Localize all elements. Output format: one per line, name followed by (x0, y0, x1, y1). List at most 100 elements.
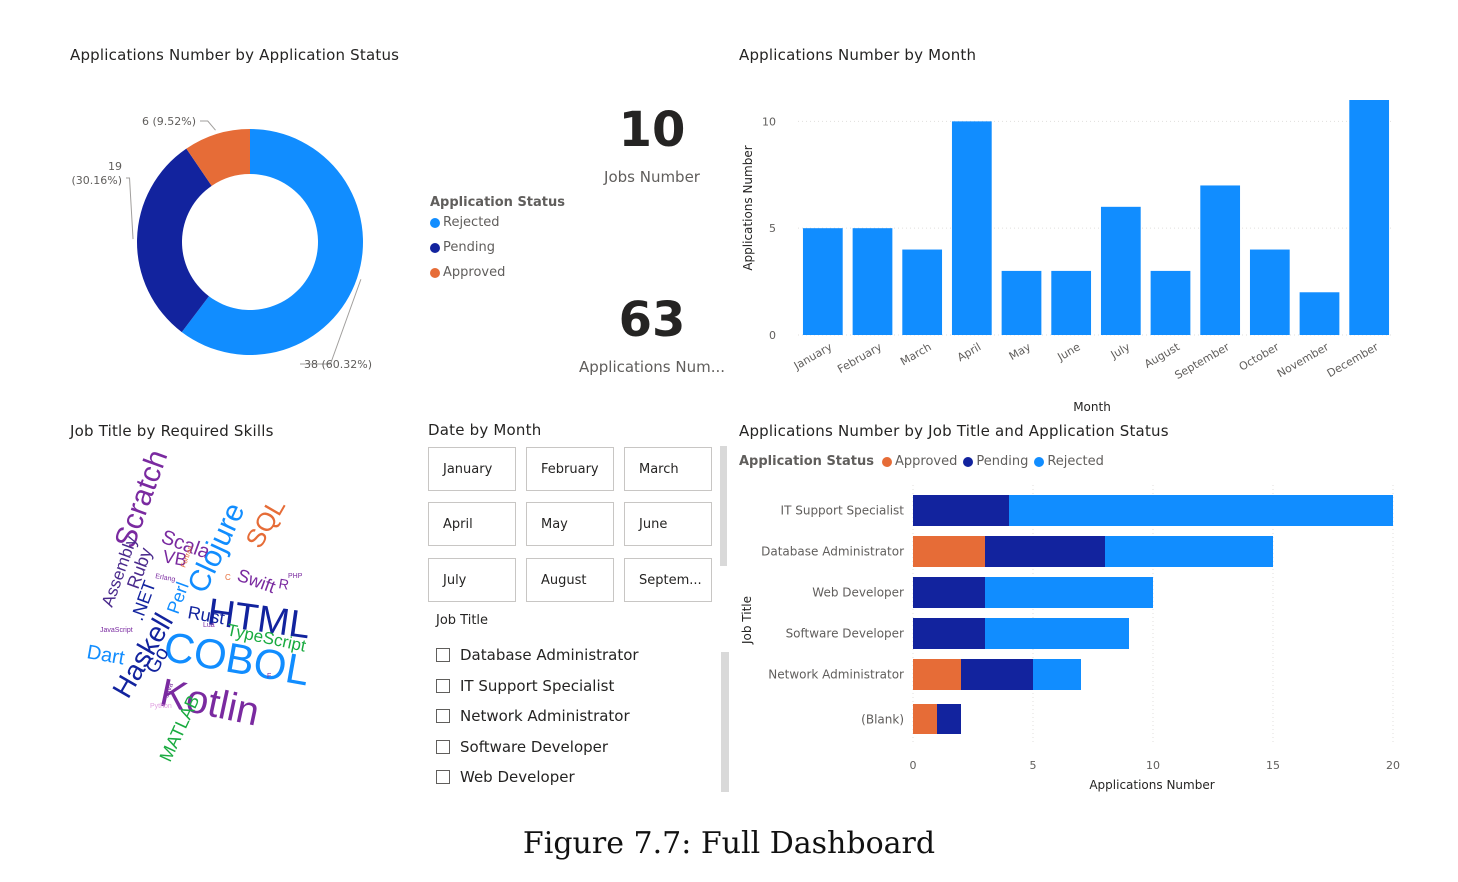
date-slicer-button[interactable]: June (624, 502, 712, 546)
jobs-number-value: 10 (618, 102, 686, 158)
date-slicer-button[interactable]: Septem... (624, 558, 712, 602)
job-slicer-item[interactable]: Web Developer (436, 768, 575, 786)
donut-data-label: 38 (60.32%) (304, 358, 372, 371)
legend-label: Pending (443, 240, 495, 255)
month-x-tick: February (835, 340, 884, 376)
job-bar-segment-rejected[interactable] (1033, 659, 1081, 690)
month-y-tick: 5 (769, 222, 776, 235)
donut-legend-pending[interactable]: Pending (430, 240, 565, 255)
month-bar-november[interactable] (1299, 292, 1340, 335)
checkbox-icon[interactable] (436, 770, 450, 784)
job-legend-rejected[interactable]: Rejected (1034, 454, 1104, 469)
job-bar-segment-pending[interactable] (937, 704, 961, 734)
month-bar-march[interactable] (902, 249, 943, 335)
wordcloud-word[interactable]: Python (150, 703, 172, 710)
month-x-tick: November (1275, 340, 1331, 380)
job-x-tick: 0 (910, 759, 917, 772)
job-bar-segment-approved[interactable] (913, 704, 937, 734)
month-bar-december[interactable] (1349, 100, 1390, 335)
donut-legend-approved[interactable]: Approved (430, 265, 565, 280)
rejected-dot-icon (430, 217, 440, 228)
month-y-tick: 0 (769, 329, 776, 342)
job-y-tick: IT Support Specialist (781, 504, 905, 518)
wordcloud-word[interactable]: C (225, 573, 231, 582)
job-slicer-label: Network Administrator (460, 707, 630, 725)
checkbox-icon[interactable] (436, 678, 450, 693)
job-bar-segment-pending[interactable] (913, 618, 985, 649)
job-x-axis-label: Applications Number (1089, 778, 1214, 792)
month-bar-february[interactable] (852, 228, 893, 335)
jobs-number-label: Jobs Number (604, 168, 700, 186)
month-x-axis-label: Month (1073, 400, 1111, 414)
job-y-tick: (Blank) (861, 713, 904, 727)
wordcloud-word[interactable]: F (267, 673, 271, 680)
donut-chart-title: Applications Number by Application Statu… (70, 46, 400, 64)
job-bar-segment-pending[interactable] (913, 577, 985, 608)
job-bar-segment-rejected[interactable] (985, 618, 1129, 649)
job-slicer-scrollbar[interactable] (721, 652, 729, 792)
rejected-dot-icon (1034, 456, 1045, 467)
legend-label: Rejected (443, 215, 500, 230)
month-bar-january[interactable] (802, 228, 843, 335)
date-slicer-button[interactable]: January (428, 447, 516, 491)
job-bar-segment-approved[interactable] (913, 659, 961, 690)
date-slicer-button[interactable]: April (428, 502, 516, 546)
date-slicer-button[interactable]: May (526, 502, 614, 546)
month-bar-august[interactable] (1150, 270, 1191, 335)
month-bar-june[interactable] (1051, 270, 1092, 335)
date-slicer-button[interactable]: February (526, 447, 614, 491)
checkbox-icon[interactable] (436, 648, 450, 662)
job-chart-title: Applications Number by Job Title and App… (739, 422, 1169, 440)
wordcloud-word[interactable]: JavaScript (100, 627, 133, 634)
job-legend-pending[interactable]: Pending (963, 454, 1028, 469)
wordcloud-word[interactable]: SQL (239, 493, 291, 553)
job-legend-title: Application Status (739, 454, 875, 469)
figure-caption: Figure 7.7: Full Dashboard (522, 826, 936, 861)
wordcloud-word[interactable]: Swift (235, 565, 279, 597)
date-slicer-button[interactable]: July (428, 558, 516, 602)
month-bar-september[interactable] (1200, 185, 1241, 335)
job-slicer-label: Web Developer (460, 768, 575, 786)
job-slicer-item[interactable]: Network Administrator (436, 707, 630, 725)
job-bar-segment-pending[interactable] (961, 659, 1033, 690)
wordcloud-word[interactable]: Dart (85, 641, 126, 669)
wordcloud-word[interactable]: PHP (288, 573, 303, 580)
job-slicer-item[interactable]: Software Developer (436, 738, 608, 756)
checkbox-icon[interactable] (436, 739, 450, 754)
date-slicer-scrollbar[interactable] (720, 446, 727, 566)
month-bar-october[interactable] (1249, 249, 1290, 335)
pending-dot-icon (430, 242, 440, 253)
job-bar-segment-approved[interactable] (913, 536, 985, 567)
month-bar-chart: 0 5 10 January February March April May June July… (741, 100, 1394, 414)
job-x-tick: 10 (1146, 759, 1160, 772)
wordcloud-word[interactable]: Lua (203, 622, 215, 629)
job-slicer-item[interactable]: Database Administrator (436, 646, 639, 664)
job-slicer-label: Database Administrator (460, 646, 639, 664)
donut-slice-pending[interactable] (136, 148, 212, 333)
month-bar-may[interactable] (1001, 270, 1042, 335)
job-bar-segment-pending[interactable] (913, 495, 1009, 526)
job-slicer-label: Software Developer (460, 737, 609, 756)
job-y-tick: Database Administrator (761, 545, 904, 559)
month-chart-title: Applications Number by Month (739, 46, 977, 64)
month-bar-april[interactable] (951, 121, 992, 335)
donut-leader-line (126, 177, 134, 240)
wordcloud-title: Job Title by Required Skills (70, 422, 274, 440)
approved-dot-icon (882, 456, 893, 467)
date-slicer-button[interactable]: March (624, 447, 712, 491)
legend-label: Rejected (1047, 454, 1104, 469)
job-bar-segment-rejected[interactable] (1105, 536, 1273, 567)
donut-legend-title: Application Status (430, 195, 566, 210)
job-legend-approved[interactable]: Approved (882, 454, 957, 469)
job-bar-segment-rejected[interactable] (985, 577, 1153, 608)
checkbox-icon[interactable] (436, 709, 450, 723)
date-slicer-button[interactable]: August (526, 558, 614, 602)
job-bar-segment-rejected[interactable] (1009, 495, 1393, 526)
month-x-tick: July (1108, 340, 1133, 362)
month-bar-july[interactable] (1100, 206, 1141, 335)
job-slicer-item[interactable]: IT Support Specialist (436, 677, 614, 695)
job-bar-segment-pending[interactable] (985, 536, 1105, 567)
donut-legend-rejected[interactable]: Rejected (430, 215, 565, 230)
date-slicer-title: Date by Month (428, 421, 542, 439)
month-x-tick: April (955, 340, 983, 364)
